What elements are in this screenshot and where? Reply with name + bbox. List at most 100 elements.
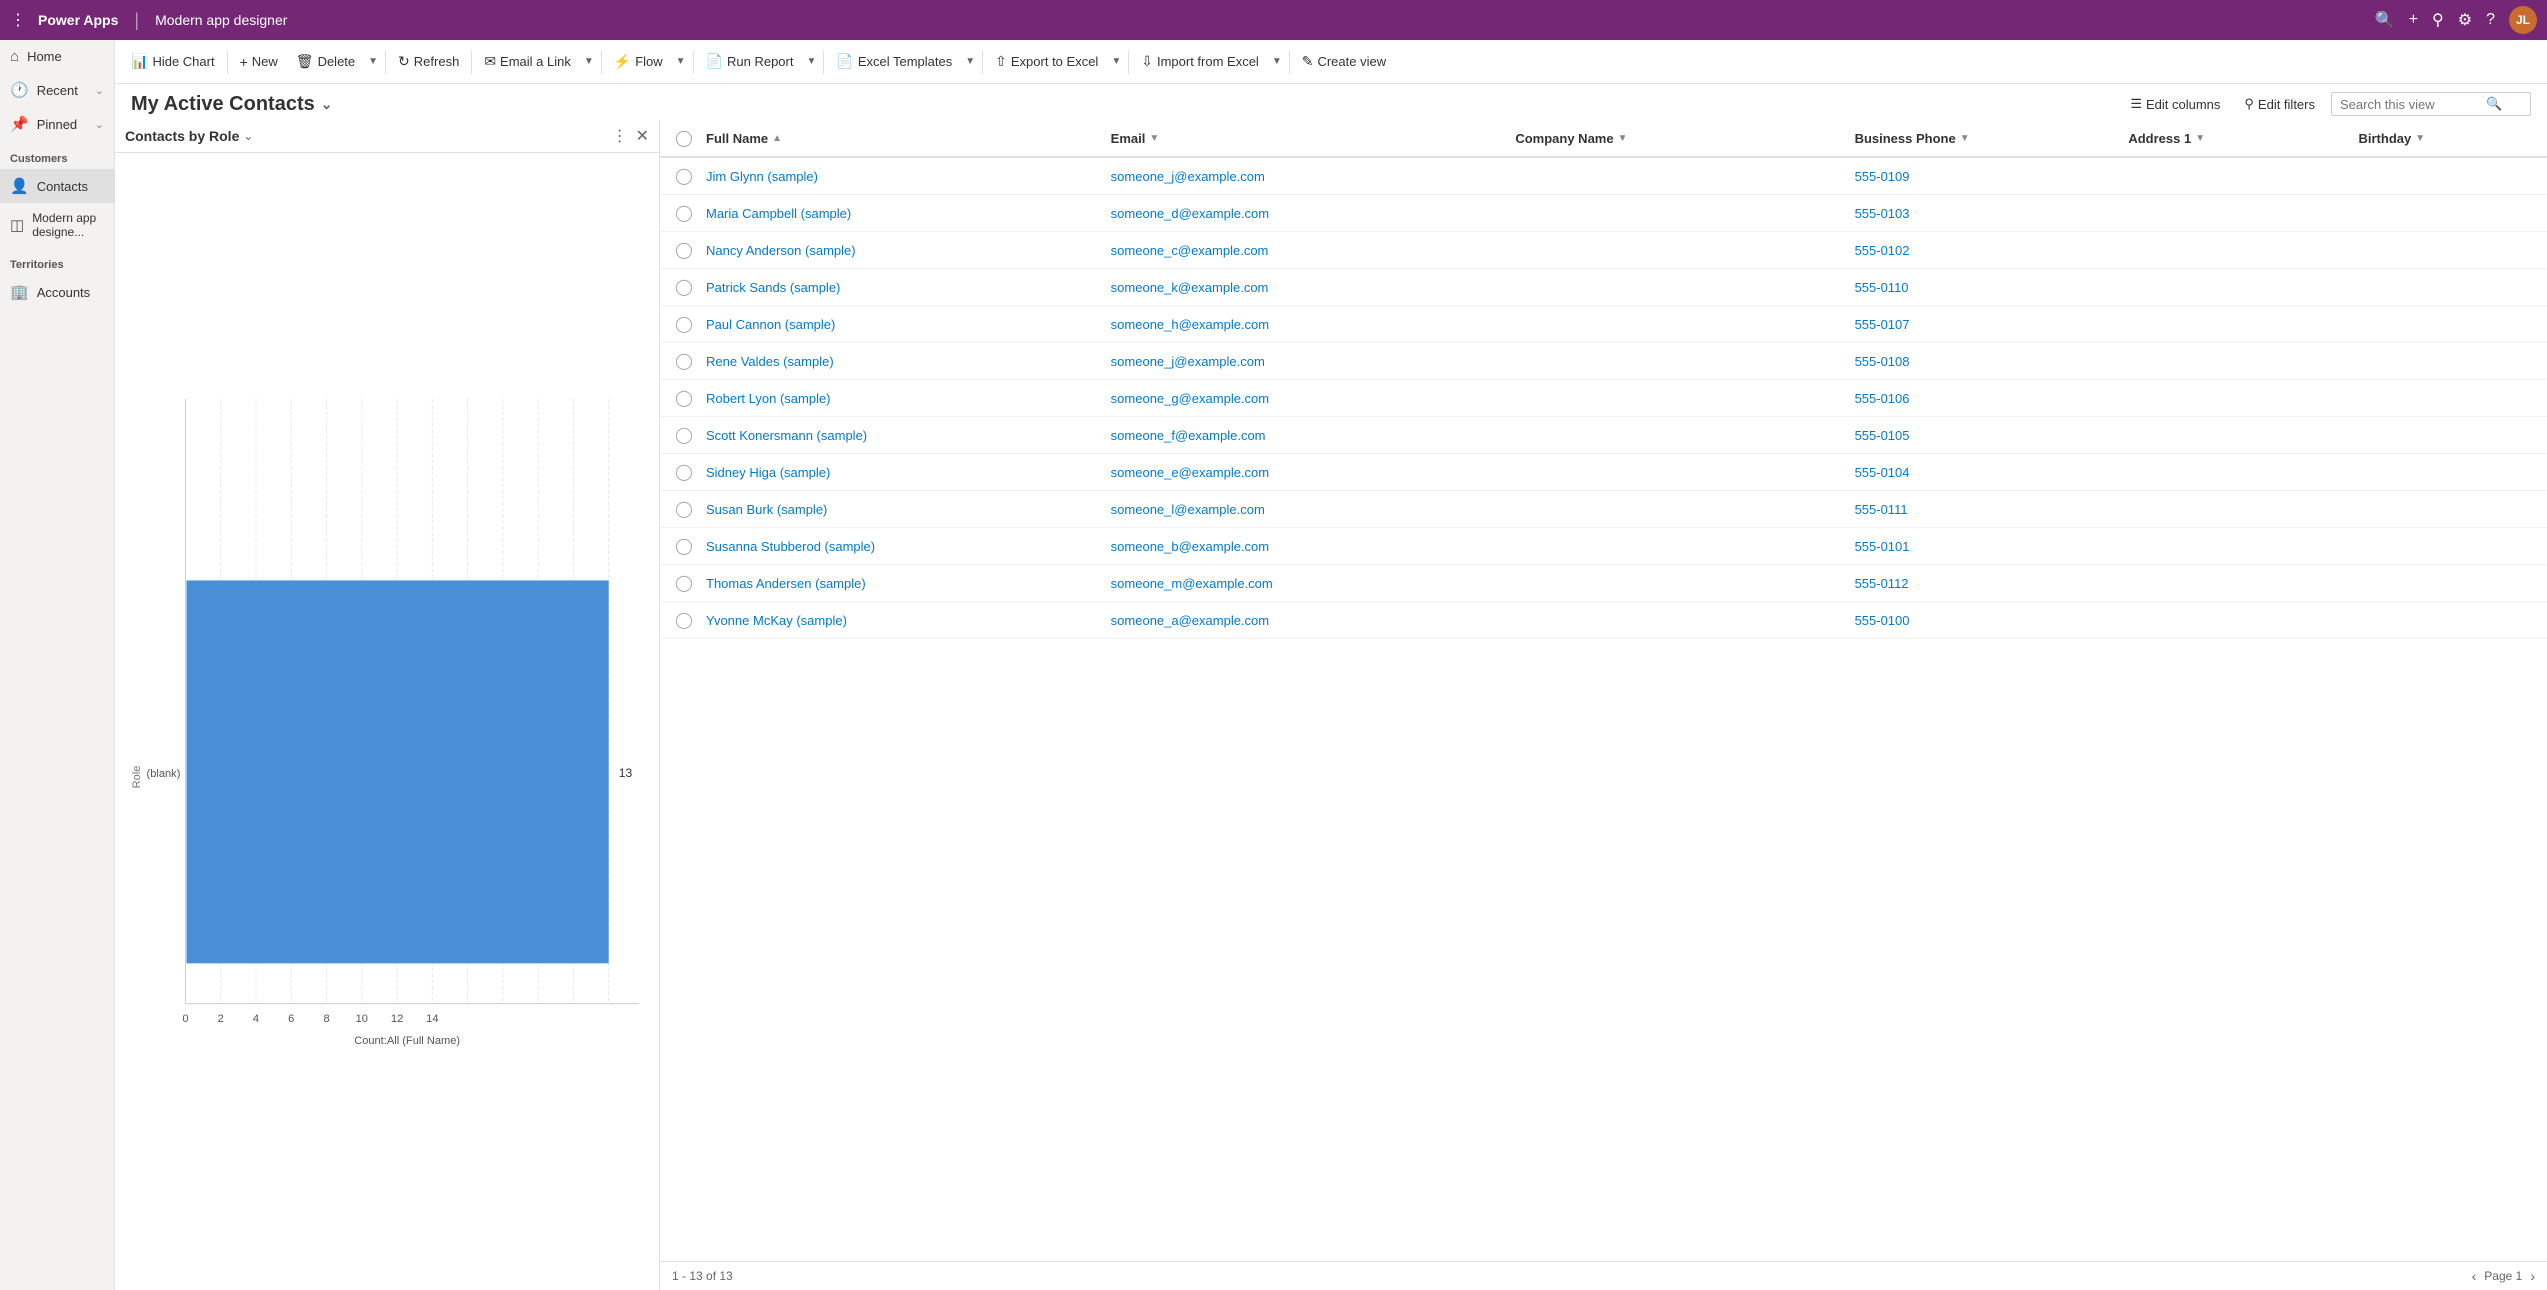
cell-email[interactable]: someone_h@example.com bbox=[1105, 313, 1510, 336]
search-icon[interactable]: 🔍 bbox=[2375, 10, 2395, 30]
email-dropdown[interactable]: ▼ bbox=[581, 52, 597, 71]
col-company-header[interactable]: Company Name ▼ bbox=[1509, 123, 1848, 154]
col-check-all[interactable]: ◯ bbox=[668, 120, 700, 156]
cell-full-name[interactable]: Susanna Stubberod (sample) bbox=[700, 535, 1105, 558]
col-phone-header[interactable]: Business Phone ▼ bbox=[1849, 123, 2123, 154]
col-email-header[interactable]: Email ▼ bbox=[1105, 123, 1510, 154]
email-link-button[interactable]: ✉ Email a Link bbox=[476, 49, 579, 74]
cell-email[interactable]: someone_c@example.com bbox=[1105, 239, 1510, 262]
create-view-button[interactable]: ✎ Create view bbox=[1294, 49, 1394, 74]
chart-title-row[interactable]: Contacts by Role ⌄ bbox=[125, 128, 253, 144]
cell-full-name[interactable]: Nancy Anderson (sample) bbox=[700, 239, 1105, 262]
hide-chart-button[interactable]: 📊 Hide Chart bbox=[123, 49, 223, 74]
search-box[interactable]: 🔍 bbox=[2331, 92, 2531, 116]
cell-email[interactable]: someone_a@example.com bbox=[1105, 609, 1510, 632]
table-row[interactable]: ◯ Susanna Stubberod (sample) someone_b@e… bbox=[660, 528, 2547, 565]
help-icon[interactable]: ? bbox=[2486, 11, 2495, 29]
cell-email[interactable]: someone_b@example.com bbox=[1105, 535, 1510, 558]
grid-menu-icon[interactable]: ⋮ bbox=[10, 10, 26, 30]
import-excel-button[interactable]: ⇩ Import from Excel bbox=[1133, 49, 1267, 74]
import-dropdown[interactable]: ▼ bbox=[1269, 52, 1285, 71]
next-page-button[interactable]: › bbox=[2530, 1268, 2535, 1284]
table-row[interactable]: ◯ Maria Campbell (sample) someone_d@exam… bbox=[660, 195, 2547, 232]
cell-full-name[interactable]: Thomas Andersen (sample) bbox=[700, 572, 1105, 595]
table-row[interactable]: ◯ Jim Glynn (sample) someone_j@example.c… bbox=[660, 158, 2547, 195]
sidebar-item-modern-app-designer[interactable]: ◫ Modern app designe... bbox=[0, 203, 114, 247]
cell-email[interactable]: someone_k@example.com bbox=[1105, 276, 1510, 299]
sidebar-item-home[interactable]: ⌂ Home bbox=[0, 40, 114, 73]
settings-icon[interactable]: ⚙ bbox=[2458, 10, 2472, 30]
table-row[interactable]: ◯ Scott Konersmann (sample) someone_f@ex… bbox=[660, 417, 2547, 454]
table-row[interactable]: ◯ Robert Lyon (sample) someone_g@example… bbox=[660, 380, 2547, 417]
cell-full-name[interactable]: Sidney Higa (sample) bbox=[700, 461, 1105, 484]
delete-button[interactable]: 🗑 Delete bbox=[288, 49, 363, 74]
new-button[interactable]: + New bbox=[232, 50, 286, 74]
cell-email[interactable]: someone_e@example.com bbox=[1105, 461, 1510, 484]
row-check[interactable]: ◯ bbox=[668, 602, 700, 638]
cell-email[interactable]: someone_j@example.com bbox=[1105, 350, 1510, 373]
cell-full-name[interactable]: Yvonne McKay (sample) bbox=[700, 609, 1105, 632]
row-check[interactable]: ◯ bbox=[668, 232, 700, 268]
search-input[interactable] bbox=[2340, 97, 2480, 112]
cell-full-name[interactable]: Scott Konersmann (sample) bbox=[700, 424, 1105, 447]
cell-email[interactable]: someone_d@example.com bbox=[1105, 202, 1510, 225]
row-check[interactable]: ◯ bbox=[668, 343, 700, 379]
table-row[interactable]: ◯ Sidney Higa (sample) someone_e@example… bbox=[660, 454, 2547, 491]
table-row[interactable]: ◯ Thomas Andersen (sample) someone_m@exa… bbox=[660, 565, 2547, 602]
edit-filters-button[interactable]: ⚲ Edit filters bbox=[2236, 92, 2323, 116]
chart-more-icon[interactable]: ⋮ bbox=[612, 126, 628, 146]
sidebar-item-recent[interactable]: 🕐 Recent ⌄ bbox=[0, 73, 114, 107]
cell-email[interactable]: someone_j@example.com bbox=[1105, 165, 1510, 188]
cell-email[interactable]: someone_l@example.com bbox=[1105, 498, 1510, 521]
report-dropdown[interactable]: ▼ bbox=[803, 52, 819, 71]
flow-button[interactable]: ⚡ Flow bbox=[606, 49, 671, 74]
add-icon[interactable]: + bbox=[2409, 11, 2418, 29]
row-check[interactable]: ◯ bbox=[668, 380, 700, 416]
excel-templates-dropdown[interactable]: ▼ bbox=[962, 52, 978, 71]
cell-full-name[interactable]: Patrick Sands (sample) bbox=[700, 276, 1105, 299]
row-check[interactable]: ◯ bbox=[668, 565, 700, 601]
avatar[interactable]: JL bbox=[2509, 6, 2537, 34]
table-row[interactable]: ◯ Yvonne McKay (sample) someone_a@exampl… bbox=[660, 602, 2547, 639]
sidebar-item-pinned[interactable]: 📌 Pinned ⌄ bbox=[0, 107, 114, 141]
run-report-button[interactable]: 📄 Run Report bbox=[698, 49, 802, 74]
excel-templates-button[interactable]: 📄 Excel Templates bbox=[828, 49, 960, 74]
sidebar-item-accounts[interactable]: 🏢 Accounts bbox=[0, 275, 114, 309]
edit-columns-button[interactable]: ☰ Edit columns bbox=[2122, 92, 2228, 116]
refresh-button[interactable]: ↻ Refresh bbox=[390, 49, 467, 74]
row-check[interactable]: ◯ bbox=[668, 269, 700, 305]
flow-dropdown[interactable]: ▼ bbox=[673, 52, 689, 71]
cell-full-name[interactable]: Maria Campbell (sample) bbox=[700, 202, 1105, 225]
view-title[interactable]: My Active Contacts ⌄ bbox=[131, 93, 332, 116]
table-row[interactable]: ◯ Paul Cannon (sample) someone_h@example… bbox=[660, 306, 2547, 343]
row-check[interactable]: ◯ bbox=[668, 306, 700, 342]
table-row[interactable]: ◯ Patrick Sands (sample) someone_k@examp… bbox=[660, 269, 2547, 306]
cell-email[interactable]: someone_f@example.com bbox=[1105, 424, 1510, 447]
row-check[interactable]: ◯ bbox=[668, 491, 700, 527]
chart-bar[interactable] bbox=[186, 580, 608, 963]
prev-page-button[interactable]: ‹ bbox=[2472, 1268, 2477, 1284]
sidebar-item-contacts[interactable]: 👤 Contacts bbox=[0, 169, 114, 203]
table-row[interactable]: ◯ Susan Burk (sample) someone_l@example.… bbox=[660, 491, 2547, 528]
row-check[interactable]: ◯ bbox=[668, 454, 700, 490]
cell-email[interactable]: someone_m@example.com bbox=[1105, 572, 1510, 595]
col-full-name-header[interactable]: Full Name ▲ bbox=[700, 123, 1105, 154]
cell-full-name[interactable]: Rene Valdes (sample) bbox=[700, 350, 1105, 373]
col-birthday-header[interactable]: Birthday ▼ bbox=[2352, 123, 2539, 154]
row-check[interactable]: ◯ bbox=[668, 195, 700, 231]
table-row[interactable]: ◯ Rene Valdes (sample) someone_j@example… bbox=[660, 343, 2547, 380]
export-excel-button[interactable]: ⇧ Export to Excel bbox=[987, 49, 1106, 74]
cell-full-name[interactable]: Jim Glynn (sample) bbox=[700, 165, 1105, 188]
export-dropdown[interactable]: ▼ bbox=[1108, 52, 1124, 71]
filter-icon[interactable]: ⚲ bbox=[2432, 10, 2444, 30]
cell-full-name[interactable]: Paul Cannon (sample) bbox=[700, 313, 1105, 336]
chart-close-icon[interactable]: ✕ bbox=[636, 126, 649, 146]
cell-email[interactable]: someone_g@example.com bbox=[1105, 387, 1510, 410]
row-check[interactable]: ◯ bbox=[668, 528, 700, 564]
cell-full-name[interactable]: Susan Burk (sample) bbox=[700, 498, 1105, 521]
cell-full-name[interactable]: Robert Lyon (sample) bbox=[700, 387, 1105, 410]
table-row[interactable]: ◯ Nancy Anderson (sample) someone_c@exam… bbox=[660, 232, 2547, 269]
delete-dropdown[interactable]: ▼ bbox=[365, 52, 381, 71]
col-address-header[interactable]: Address 1 ▼ bbox=[2122, 123, 2352, 154]
row-check[interactable]: ◯ bbox=[668, 417, 700, 453]
